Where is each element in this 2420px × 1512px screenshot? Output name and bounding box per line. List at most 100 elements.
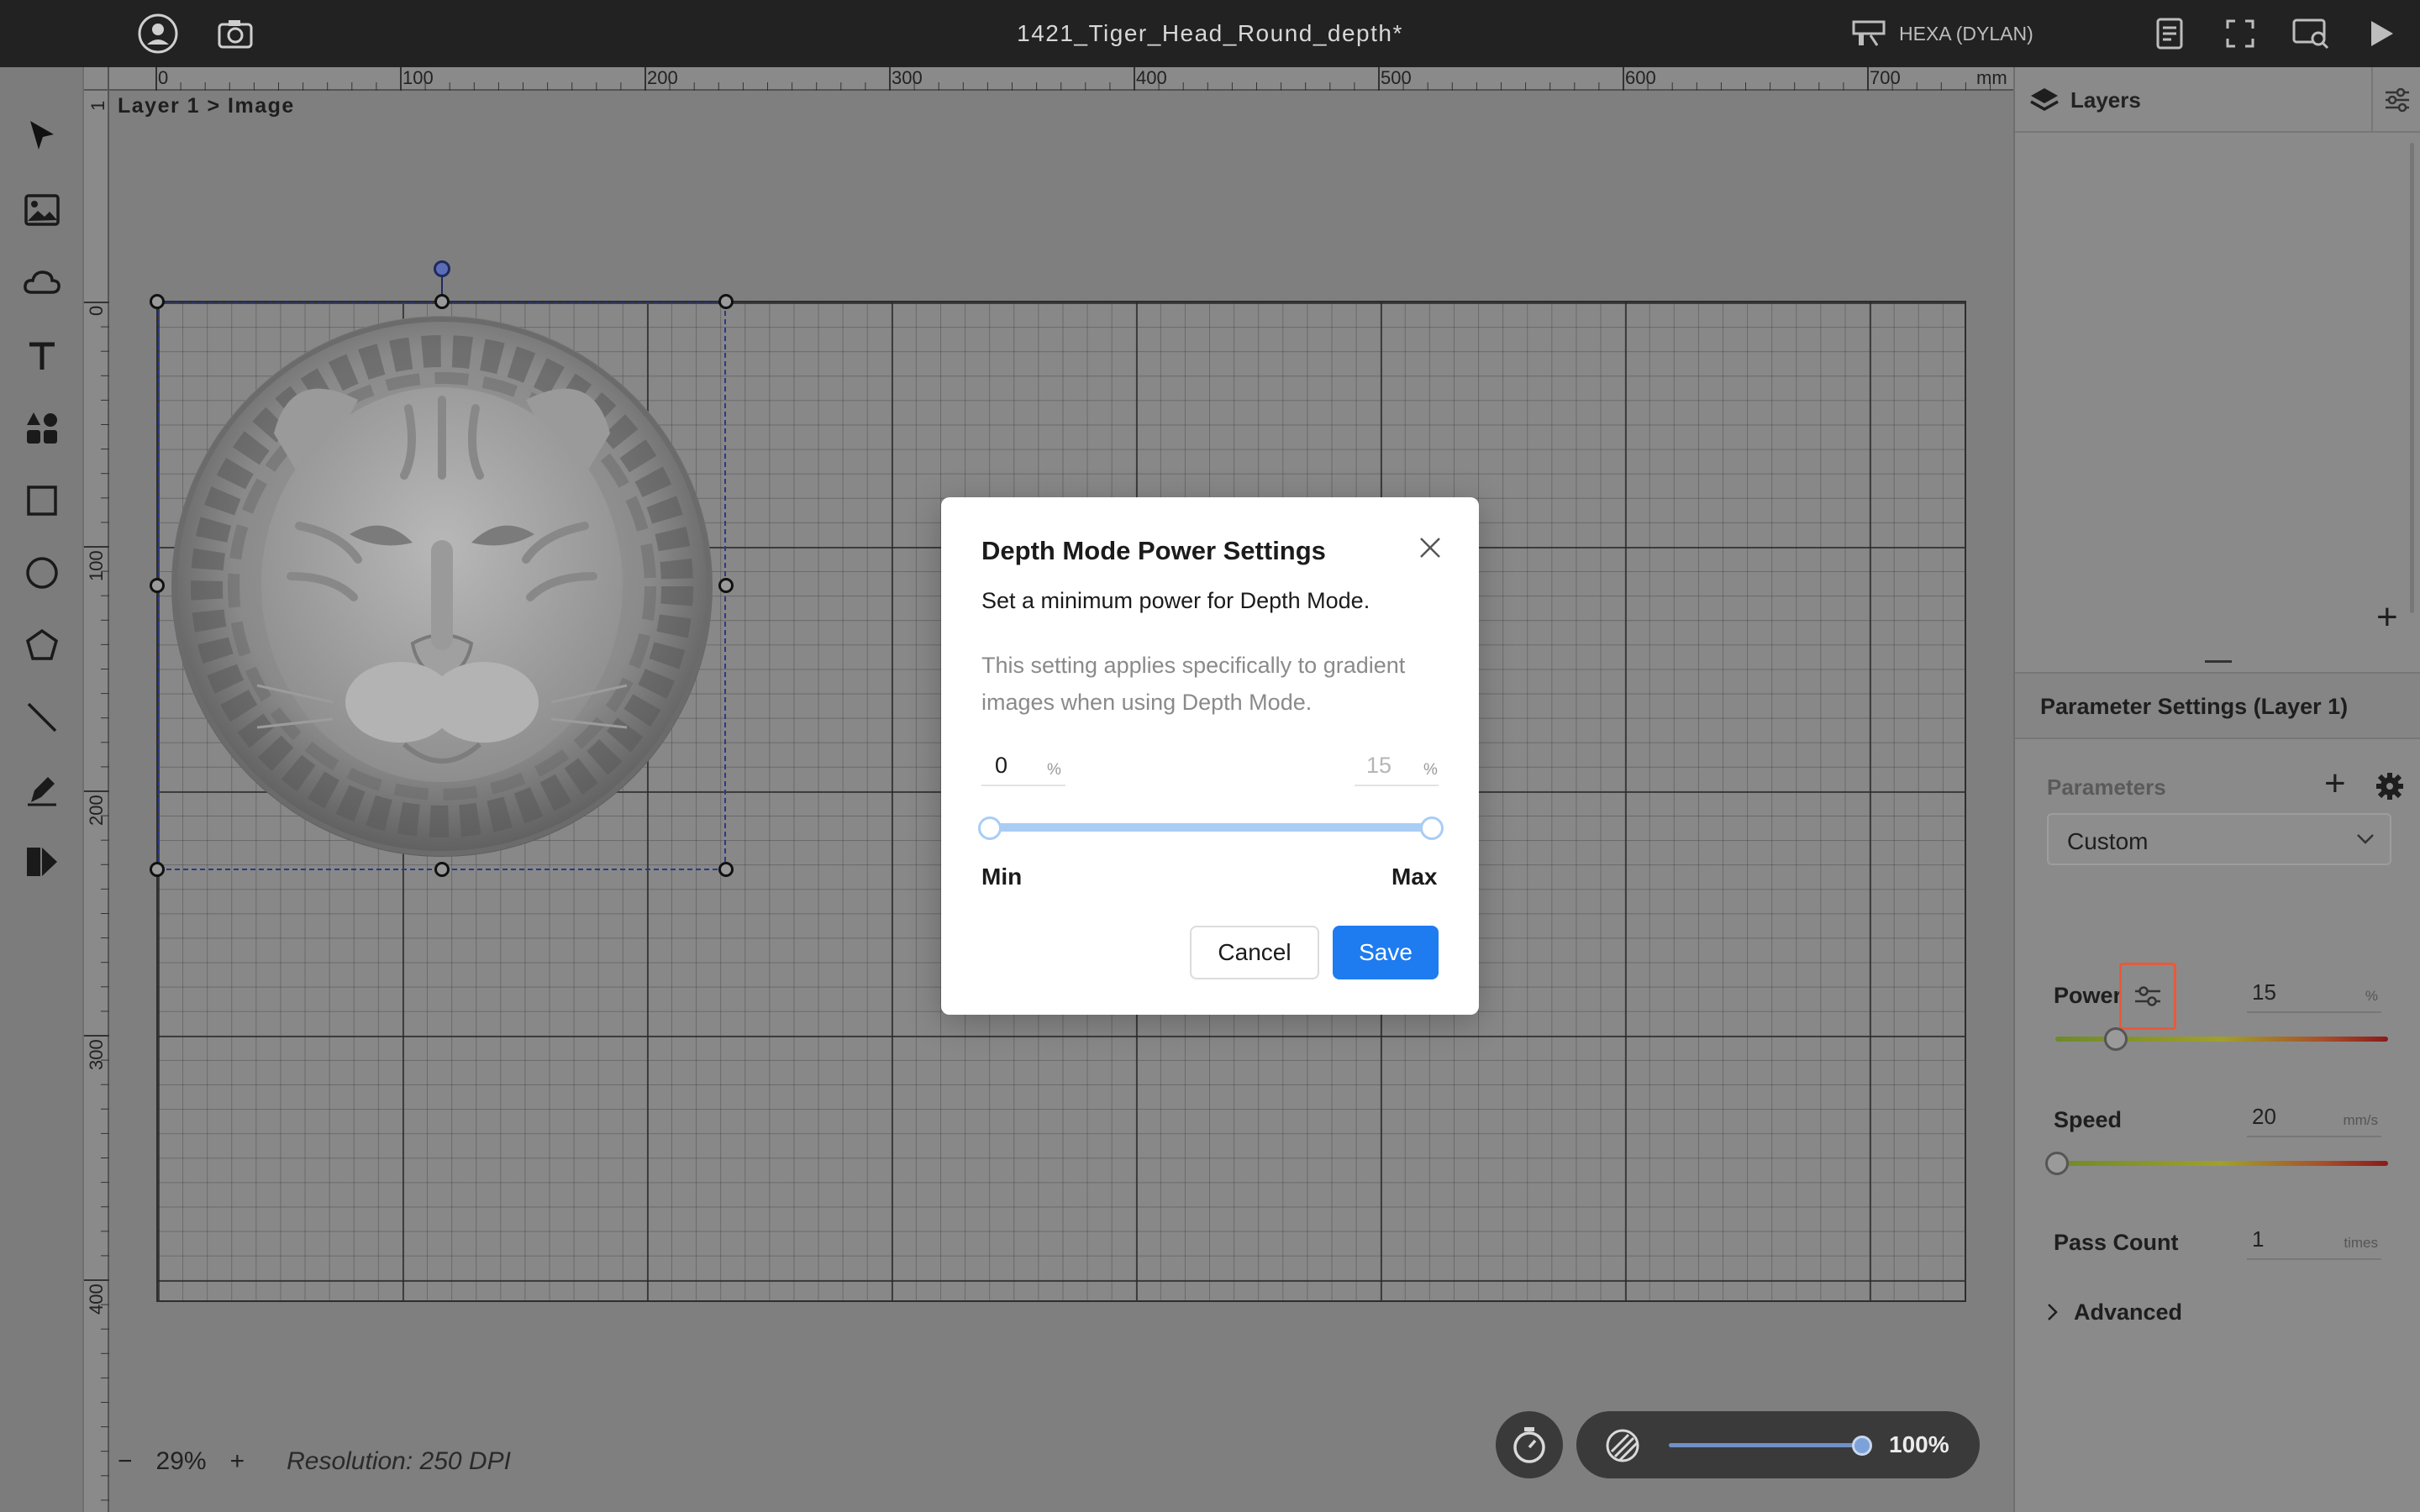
- resize-handle-bottom[interactable]: [434, 862, 450, 877]
- ruler-tick-label: 0: [86, 305, 107, 316]
- ruler-unit: mm: [1976, 67, 2007, 88]
- ruler-tick-label: 200: [647, 67, 678, 88]
- add-layer-button[interactable]: +: [2376, 596, 2398, 638]
- line-tool-icon[interactable]: [18, 694, 66, 741]
- panel-resize-handle[interactable]: [2205, 660, 2232, 663]
- pen-tool-icon[interactable]: [18, 766, 66, 813]
- power-value: 15: [2252, 979, 2276, 1005]
- resize-handle-top-left[interactable]: [150, 294, 165, 309]
- ruler-tick-label: 400: [86, 1284, 107, 1315]
- power-input[interactable]: 15 %: [2247, 973, 2381, 1013]
- ruler-tick-label: 100: [402, 67, 434, 88]
- max-power-input: 15 %: [1355, 749, 1439, 786]
- min-label: Min: [981, 864, 1023, 890]
- ruler-tick-label: 400: [1136, 67, 1167, 88]
- parameter-settings-title: Parameter Settings (Layer 1): [2040, 694, 2349, 719]
- resize-handle-bottom-right[interactable]: [718, 862, 734, 877]
- ruler-tick-label: 700: [1870, 67, 1901, 88]
- advanced-toggle[interactable]: Advanced: [2047, 1294, 2182, 1331]
- zoom-control: − 29% + Resolution: 250 DPI: [118, 1445, 511, 1478]
- advanced-label: Advanced: [2074, 1299, 2183, 1325]
- image-tool-icon[interactable]: [18, 186, 66, 234]
- top-ruler: 0 100 200 300 400 500 600 700 mm: [84, 67, 2013, 91]
- zoom-value: 29%: [155, 1447, 207, 1475]
- max-range-thumb[interactable]: [1420, 816, 1444, 840]
- min-power-input[interactable]: 0 %: [981, 749, 1065, 786]
- speed-label: Speed: [2054, 1107, 2123, 1132]
- speed-slider-thumb[interactable]: [2045, 1152, 2069, 1175]
- speed-input[interactable]: 20 mm/s: [2247, 1097, 2381, 1137]
- pass-count-input[interactable]: 1 times: [2247, 1220, 2381, 1260]
- select-tool-icon[interactable]: [18, 113, 66, 160]
- dialog-title: Depth Mode Power Settings: [981, 536, 1326, 565]
- min-range-thumb[interactable]: [978, 816, 1002, 840]
- preview-icon[interactable]: [2289, 12, 2333, 55]
- preview-opacity-bar: 100%: [1576, 1411, 1980, 1478]
- ruler-corner: [84, 67, 109, 91]
- zoom-out-button[interactable]: −: [118, 1447, 133, 1476]
- power-unit: %: [2365, 988, 2378, 1004]
- max-power-value: 15: [1366, 753, 1392, 778]
- zoom-in-button[interactable]: +: [230, 1447, 245, 1476]
- machine-name: HEXA (DYLAN): [1899, 22, 2033, 45]
- resize-handle-top[interactable]: [434, 294, 450, 309]
- user-icon[interactable]: [136, 12, 180, 55]
- ruler-tick-label: 100: [86, 550, 107, 581]
- ellipse-tool-icon[interactable]: [18, 549, 66, 596]
- resize-handle-right[interactable]: [718, 578, 734, 593]
- preview-slider-thumb[interactable]: [1852, 1436, 1872, 1456]
- pass-count-label: Pass Count: [2054, 1230, 2179, 1255]
- parameters-label: Parameters: [2047, 774, 2166, 800]
- ruler-tick-label: 500: [1381, 67, 1412, 88]
- preview-slider-track[interactable]: [1669, 1443, 1862, 1447]
- preview-value: 100%: [1889, 1431, 1949, 1457]
- elements-tool-icon[interactable]: [18, 405, 66, 452]
- cancel-button[interactable]: Cancel: [1190, 926, 1319, 979]
- opacity-icon[interactable]: [1603, 1426, 1642, 1465]
- pass-count-value: 1: [2252, 1226, 2265, 1252]
- ruler-tick-label: 200: [86, 795, 107, 826]
- layers-scrollbar[interactable]: [2410, 143, 2414, 613]
- laser-machine-icon: [1852, 20, 1886, 46]
- preset-select[interactable]: Custom: [2047, 813, 2391, 865]
- max-power-unit: %: [1423, 761, 1438, 779]
- polygon-tool-icon[interactable]: [18, 622, 66, 669]
- left-ruler: 1 0 100 200 300 400: [84, 67, 109, 1512]
- resize-handle-bottom-left[interactable]: [150, 862, 165, 877]
- save-button[interactable]: Save: [1333, 926, 1439, 979]
- power-settings-button[interactable]: [2119, 963, 2176, 1030]
- chevron-right-icon: [2048, 1304, 2058, 1320]
- layers-settings-icon[interactable]: [2371, 67, 2420, 133]
- gear-icon[interactable]: [2375, 771, 2405, 801]
- max-label: Max: [1392, 864, 1438, 890]
- power-slider-thumb[interactable]: [2104, 1027, 2128, 1051]
- selection-box[interactable]: [158, 302, 726, 870]
- add-parameter-button[interactable]: +: [2324, 763, 2346, 805]
- time-estimate-button[interactable]: [1496, 1411, 1563, 1478]
- speed-slider-track[interactable]: [2055, 1161, 2388, 1166]
- fullscreen-icon[interactable]: [2218, 12, 2262, 55]
- resize-handle-top-right[interactable]: [718, 294, 734, 309]
- ruler-tick-label: 300: [86, 1039, 107, 1070]
- machine-selector[interactable]: HEXA (DYLAN): [1852, 15, 2033, 52]
- camera-icon[interactable]: [213, 12, 257, 55]
- cloud-tool-icon[interactable]: [18, 259, 66, 306]
- power-range-track[interactable]: [990, 823, 1432, 832]
- close-icon[interactable]: [1413, 531, 1447, 564]
- text-tool-icon[interactable]: [18, 333, 66, 380]
- ruler-tick-label: 0: [158, 67, 169, 88]
- rectangle-tool-icon[interactable]: [18, 477, 66, 524]
- document-icon[interactable]: [2148, 12, 2191, 55]
- layers-header: Layers: [2015, 67, 2420, 133]
- left-toolbar: [0, 67, 84, 1512]
- ruler-tick-label: 1: [87, 100, 108, 111]
- depth-mode-power-dialog: Depth Mode Power Settings Set a minimum …: [941, 497, 1479, 1015]
- speed-value: 20: [2252, 1104, 2276, 1129]
- rotate-handle[interactable]: [434, 260, 450, 277]
- min-power-unit: %: [1047, 761, 1061, 779]
- play-icon[interactable]: [2360, 12, 2403, 55]
- document-title: 1421_Tiger_Head_Round_depth*: [1017, 20, 1403, 46]
- right-panel: Layers + Parameter Settings (Layer 1) Pa…: [2013, 67, 2420, 1512]
- dpp-tool-icon[interactable]: [18, 838, 66, 885]
- resize-handle-left[interactable]: [150, 578, 165, 593]
